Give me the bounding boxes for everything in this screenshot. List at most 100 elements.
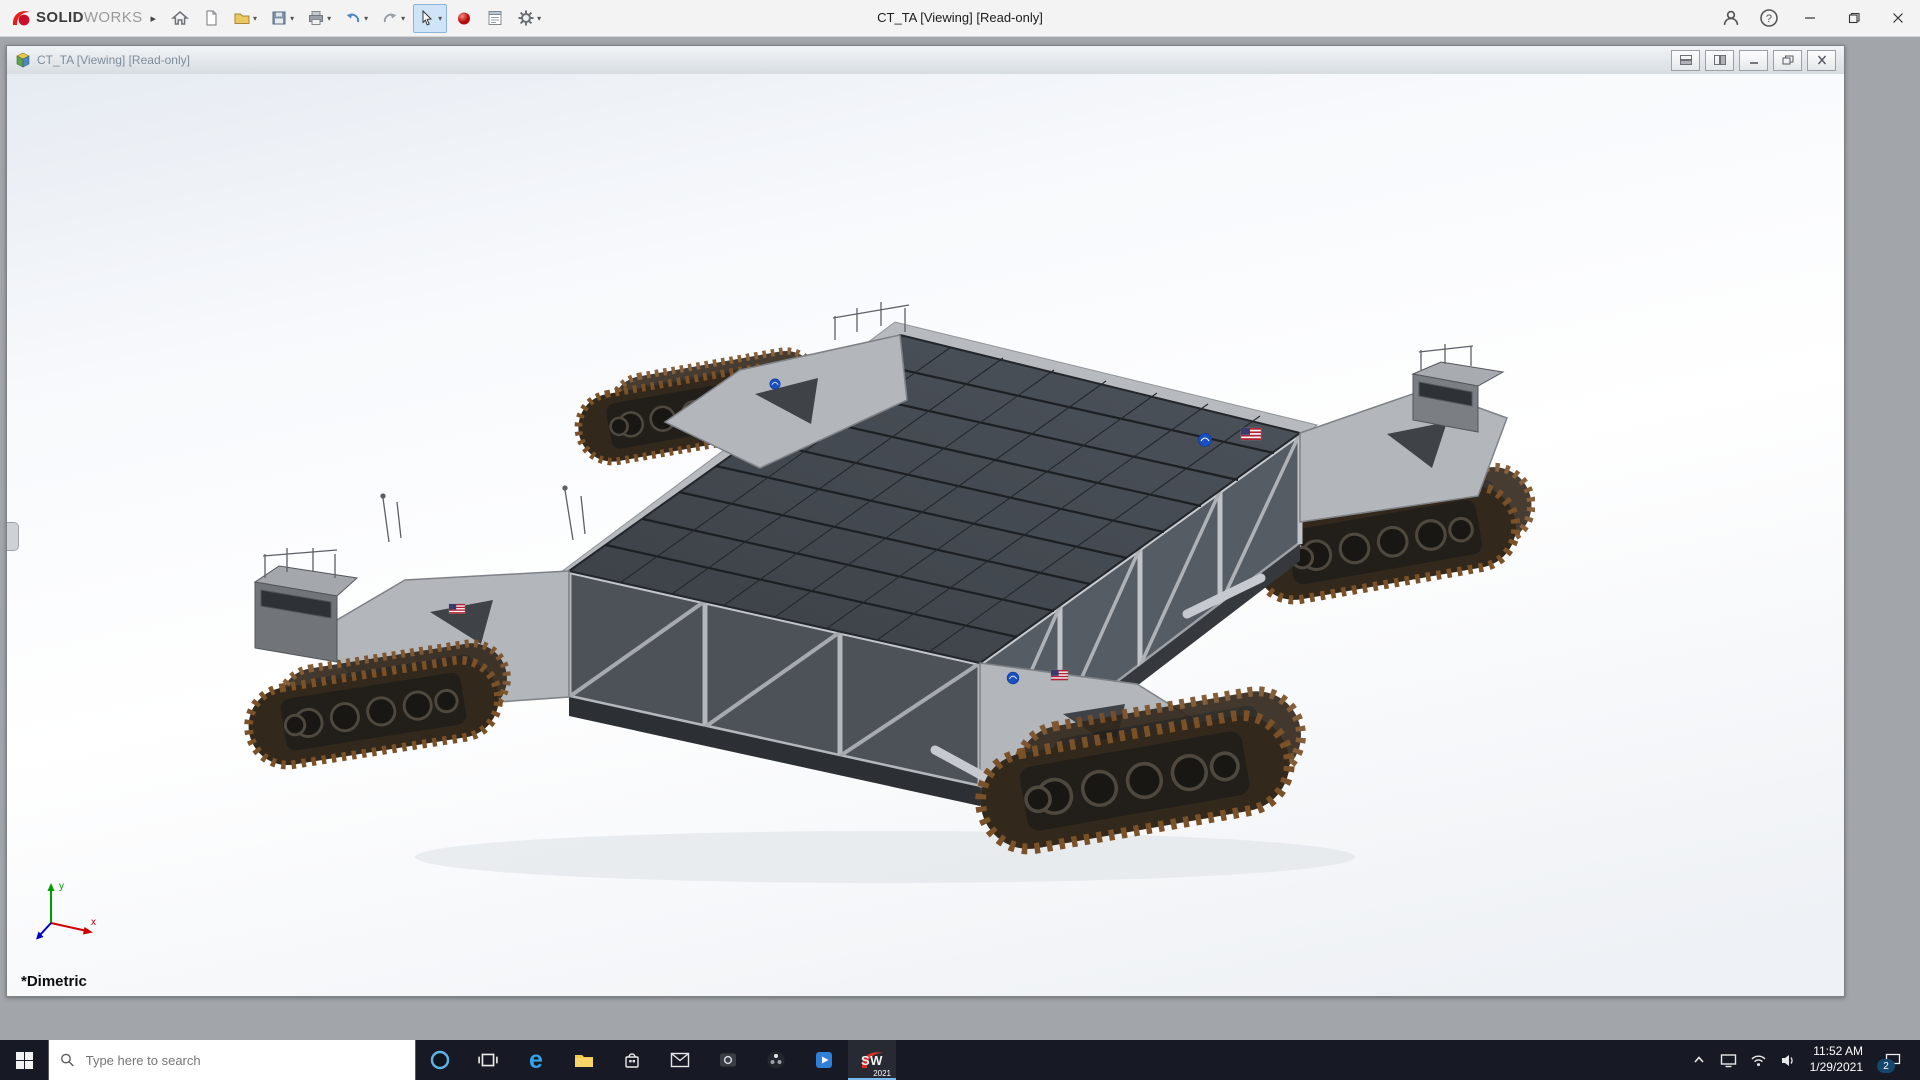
task-view-icon [478,1050,498,1070]
restore-button[interactable] [1832,0,1876,36]
undo-dropdown-caret[interactable]: ▾ [364,14,368,23]
model-shadow [415,831,1355,883]
minimize-button[interactable] [1788,0,1832,36]
home-button[interactable] [166,4,194,33]
taskbar-item-task-view[interactable] [464,1040,512,1080]
assembly-document-icon [15,52,31,68]
display-icon[interactable] [1720,1052,1737,1069]
search-icon [60,1052,75,1068]
document-titlebar[interactable]: CT_TA [Viewing] [Read-only] [7,46,1844,75]
notification-count-badge: 2 [1877,1059,1895,1073]
doc-close-button[interactable] [1807,50,1836,71]
taskbar-search[interactable] [48,1040,416,1080]
taskbar-item-mail[interactable] [656,1040,704,1080]
properties-icon [486,9,504,27]
tile-vertical-icon [1714,55,1726,65]
account-button[interactable] [1712,0,1750,36]
minimize-icon [1804,12,1816,24]
search-input[interactable] [84,1052,404,1069]
taskbar-item-media-dark[interactable] [752,1040,800,1080]
solidworks-taskbar-icon: SW 2021 [857,1045,887,1075]
close-button[interactable] [1876,0,1920,36]
help-button[interactable]: ? [1750,0,1788,36]
clock-time: 11:52 AM [1810,1044,1863,1060]
quick-access-toolbar: ▾ ▾ ▾ [166,4,546,33]
menu-expand-chevron[interactable]: ▸ [151,12,157,25]
triad-y-label: y [59,881,64,892]
appearance-button[interactable] [450,4,478,33]
panel-collapse-tab[interactable] [7,522,19,551]
appearance-icon [455,9,473,27]
print-button[interactable]: ▾ [302,4,336,33]
minimize-icon [1748,55,1760,65]
redo-dropdown-caret[interactable]: ▾ [401,14,405,23]
brand-text-solid: SOLID [36,9,84,26]
close-icon [1892,12,1904,24]
taskbar-item-file-explorer[interactable] [560,1040,608,1080]
maximize-icon [1848,12,1860,24]
account-icon [1721,8,1741,28]
media-blue-icon [813,1049,835,1071]
capture-icon [717,1049,739,1071]
redo-button[interactable]: ▾ [376,4,410,33]
app-window-title: CT_TA [Viewing] [Read-only] [877,10,1043,25]
options-gear-icon [517,9,535,27]
reference-triad[interactable]: y x [33,875,103,950]
home-icon [171,9,189,27]
select-cursor-icon [418,9,436,27]
undo-button[interactable]: ▾ [339,4,373,33]
new-document-icon [202,9,220,27]
mdi-workspace: CT_TA [Viewing] [Read-only] [0,37,1920,1040]
graphics-area[interactable]: y x *Dimetric [7,74,1844,996]
print-dropdown-caret[interactable]: ▾ [327,14,331,23]
taskbar-item-media-blue[interactable] [800,1040,848,1080]
file-properties-button[interactable] [481,4,509,33]
desktop: SOLIDWORKS ▸ ▾ [0,0,1920,1080]
close-icon [1816,55,1828,65]
sw-year-badge: 2021 [873,1069,891,1078]
undo-icon [344,9,362,27]
doc-minimize-button[interactable] [1739,50,1768,71]
help-icon: ? [1759,8,1779,28]
sw-logo-text: SW [861,1053,883,1068]
select-button[interactable]: ▾ [413,4,447,33]
taskbar-item-edge[interactable]: e [512,1040,560,1080]
media-dark-icon [765,1049,787,1071]
windows-taskbar: e [0,1040,1920,1080]
brand-text-works: WORKS [84,9,143,26]
store-icon [622,1050,642,1070]
track-front-left [243,638,512,770]
mail-icon [670,1050,690,1070]
start-button[interactable] [0,1040,48,1080]
doc-restore-button[interactable] [1773,50,1802,71]
action-center-button[interactable]: 2 [1876,1040,1910,1080]
view-orientation-label: *Dimetric [21,973,87,990]
open-dropdown-caret[interactable]: ▾ [253,14,257,23]
clock-date: 1/29/2021 [1810,1060,1863,1076]
options-button[interactable]: ▾ [512,4,546,33]
options-dropdown-caret[interactable]: ▾ [537,14,541,23]
tile-vertical-button[interactable] [1705,50,1734,71]
save-dropdown-caret[interactable]: ▾ [290,14,294,23]
new-document-button[interactable] [197,4,225,33]
wifi-icon[interactable] [1750,1052,1767,1069]
tile-horizontal-button[interactable] [1671,50,1700,71]
taskbar-item-capture[interactable] [704,1040,752,1080]
open-button[interactable]: ▾ [228,4,262,33]
save-button[interactable]: ▾ [265,4,299,33]
volume-icon[interactable] [1780,1052,1797,1069]
taskbar-item-cortana[interactable] [416,1040,464,1080]
app-titlebar: SOLIDWORKS ▸ ▾ [0,0,1920,37]
taskbar-clock[interactable]: 11:52 AM 1/29/2021 [1810,1044,1863,1075]
taskbar-item-store[interactable] [608,1040,656,1080]
tray-up-icon[interactable] [1691,1052,1707,1068]
triad-x-label: x [91,917,96,928]
crawler-transporter-model [235,282,1535,902]
select-dropdown-caret[interactable]: ▾ [438,14,442,23]
taskbar-item-solidworks[interactable]: SW 2021 [848,1040,896,1080]
open-icon [233,9,251,27]
cortana-icon [429,1049,451,1071]
app-window-controls: ? [1712,0,1920,36]
redo-icon [381,9,399,27]
document-window: CT_TA [Viewing] [Read-only] [6,45,1845,997]
